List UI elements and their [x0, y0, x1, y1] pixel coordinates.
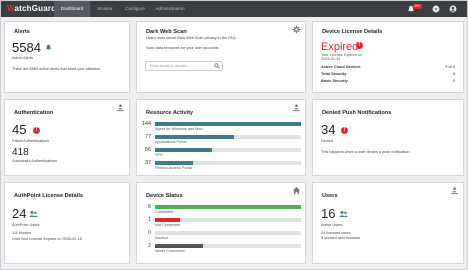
authpoint-license-card[interactable]: AuthPoint License Details 24 AuthPoint U… [4, 182, 130, 264]
denied-description: This happens when a user denies a push n… [321, 150, 411, 154]
bar-label: Not Connected [155, 223, 181, 227]
license-status: Expired [321, 41, 359, 53]
authentication-title: Authentication [14, 110, 54, 116]
search-placeholder: Enter email or domain [150, 64, 188, 68]
resource-activity-title: Resource Activity [146, 110, 194, 116]
bar-fill[interactable] [155, 148, 212, 152]
resource-activity-card[interactable]: Resource Activity 144 Agent for Windows a… [136, 99, 306, 176]
denied-push-card[interactable]: Denied Push Notifications 34 ! Denied Th… [312, 99, 464, 176]
device-license-card[interactable]: Device License Details Expired ! Your Li… [312, 21, 464, 93]
denied-label: Denied [321, 139, 334, 143]
svg-text:?: ? [435, 7, 438, 13]
authpoint-users-count: 24 [12, 206, 27, 221]
authentication-card[interactable]: Authentication 45 ! Failed Authenticatio… [4, 99, 130, 176]
license-row-value: 9 of 5 [445, 64, 455, 69]
unused-licenses-text: 8 unused user licenses [321, 236, 360, 240]
active-users-label: Active Users [321, 223, 343, 227]
bar-count: 77 [145, 134, 151, 140]
device-license-title: Device License Details [322, 29, 383, 35]
denied-push-title: Denied Push Notifications [322, 110, 392, 116]
tab-configure[interactable]: Configure [120, 1, 150, 17]
license-row-label: Active Cloud Devices [321, 64, 361, 69]
dark-web-scan-card: Dark Web Scan Learn more about Dark Web … [136, 21, 306, 93]
bar-fill[interactable] [155, 161, 193, 165]
users-title: Users [322, 193, 338, 199]
bar-count: 2 [148, 243, 151, 249]
license-row-value: 0 [452, 78, 455, 83]
dark-web-scan-title: Dark Web Scan [146, 29, 187, 35]
users-icon [339, 211, 348, 217]
license-row-value: 8 [452, 71, 455, 76]
alerts-description: There are 5584 active alerts that need y… [12, 67, 102, 71]
failed-auth-count: 45 [12, 122, 27, 137]
bar-count: 37 [145, 160, 151, 166]
watchguard-logo[interactable]: WatchGuard [7, 4, 56, 14]
home-icon [292, 186, 301, 195]
bar-label: Inactive [155, 236, 169, 240]
users-icon [29, 211, 38, 217]
alerts-count: 5584 [12, 40, 41, 55]
bar-count: 144 [142, 121, 151, 127]
tab-monitor[interactable]: Monitor [90, 1, 120, 17]
exclamation-icon: ! [33, 127, 40, 134]
bar-label: Never Connected [155, 249, 185, 253]
device-status-title: Device Status [146, 193, 183, 199]
active-users-count: 16 [321, 206, 336, 221]
users-card[interactable]: Users 16 Active Users 24 licensed users … [312, 182, 464, 264]
users-group-icon [292, 104, 301, 112]
dark-web-scan-text: Scan data breaches for your user account… [146, 46, 220, 50]
exclamation-icon: ! [341, 127, 348, 134]
bar-label: Agent for Windows and Mac [155, 127, 203, 131]
search-icon[interactable] [214, 63, 220, 69]
dark-web-faq-text: Learn more about Dark Web Scan privacy i… [146, 36, 237, 40]
tab-administration[interactable]: Administration [150, 1, 190, 17]
alerts-count-label: Active Alerts [12, 56, 33, 60]
bar-label: Connected [155, 210, 174, 214]
bar-label: Firebox Access Portal [155, 166, 192, 170]
notification-badge: 99+ [413, 4, 423, 9]
alerts-card[interactable]: Alerts 5584 Active Alerts There are 5584… [4, 21, 130, 93]
alerts-title: Alerts [14, 29, 30, 35]
top-nav: WatchGuard Dashboard Monitor Configure A… [1, 1, 467, 17]
bar-label: VPN [155, 153, 163, 157]
success-auth-count: 418 [12, 147, 29, 158]
bar-fill[interactable] [155, 122, 301, 126]
dark-web-search-input[interactable]: Enter email or domain [145, 61, 223, 71]
exclamation-icon: ! [356, 42, 363, 49]
tab-dashboard[interactable]: Dashboard [54, 1, 90, 17]
license-row-label: Basic Security [321, 78, 348, 83]
authpoint-users-label: AuthPoint Users [12, 223, 40, 227]
bar-fill[interactable] [155, 205, 301, 209]
bar-count: 1 [148, 217, 151, 223]
bar-track [155, 231, 301, 235]
licensed-users-text: 24 licensed users [321, 231, 351, 235]
authpoint-term: 111 Months [12, 231, 32, 235]
bar-count: 0 [148, 230, 151, 236]
users-group-icon [116, 104, 125, 112]
authpoint-expiry: Until Your License Expires on 2030-02-18 [12, 237, 82, 241]
denied-count: 34 [321, 122, 336, 137]
help-icon[interactable]: ? [432, 5, 440, 13]
license-row-label: Total Security [321, 71, 347, 76]
bar-fill[interactable] [155, 135, 234, 139]
bell-icon [46, 44, 51, 51]
authpoint-license-title: AuthPoint License Details [14, 193, 84, 199]
device-status-card[interactable]: Device Status 6 Connected 1 Not Connected 0 I… [136, 182, 306, 264]
gear-icon[interactable] [292, 25, 301, 34]
user-account-icon[interactable] [449, 5, 457, 13]
license-expired-date: 2023-01-31 [321, 57, 341, 61]
bar-fill[interactable] [155, 218, 180, 222]
success-auth-label: Successful Authentications [12, 159, 58, 163]
bar-fill[interactable] [155, 244, 203, 248]
bar-count: 56 [145, 147, 151, 153]
failed-auth-label: Failed Authentications [12, 139, 50, 143]
bar-count: 6 [148, 204, 151, 210]
users-group-icon [450, 187, 459, 195]
bar-label: Applications Portal [155, 140, 187, 144]
